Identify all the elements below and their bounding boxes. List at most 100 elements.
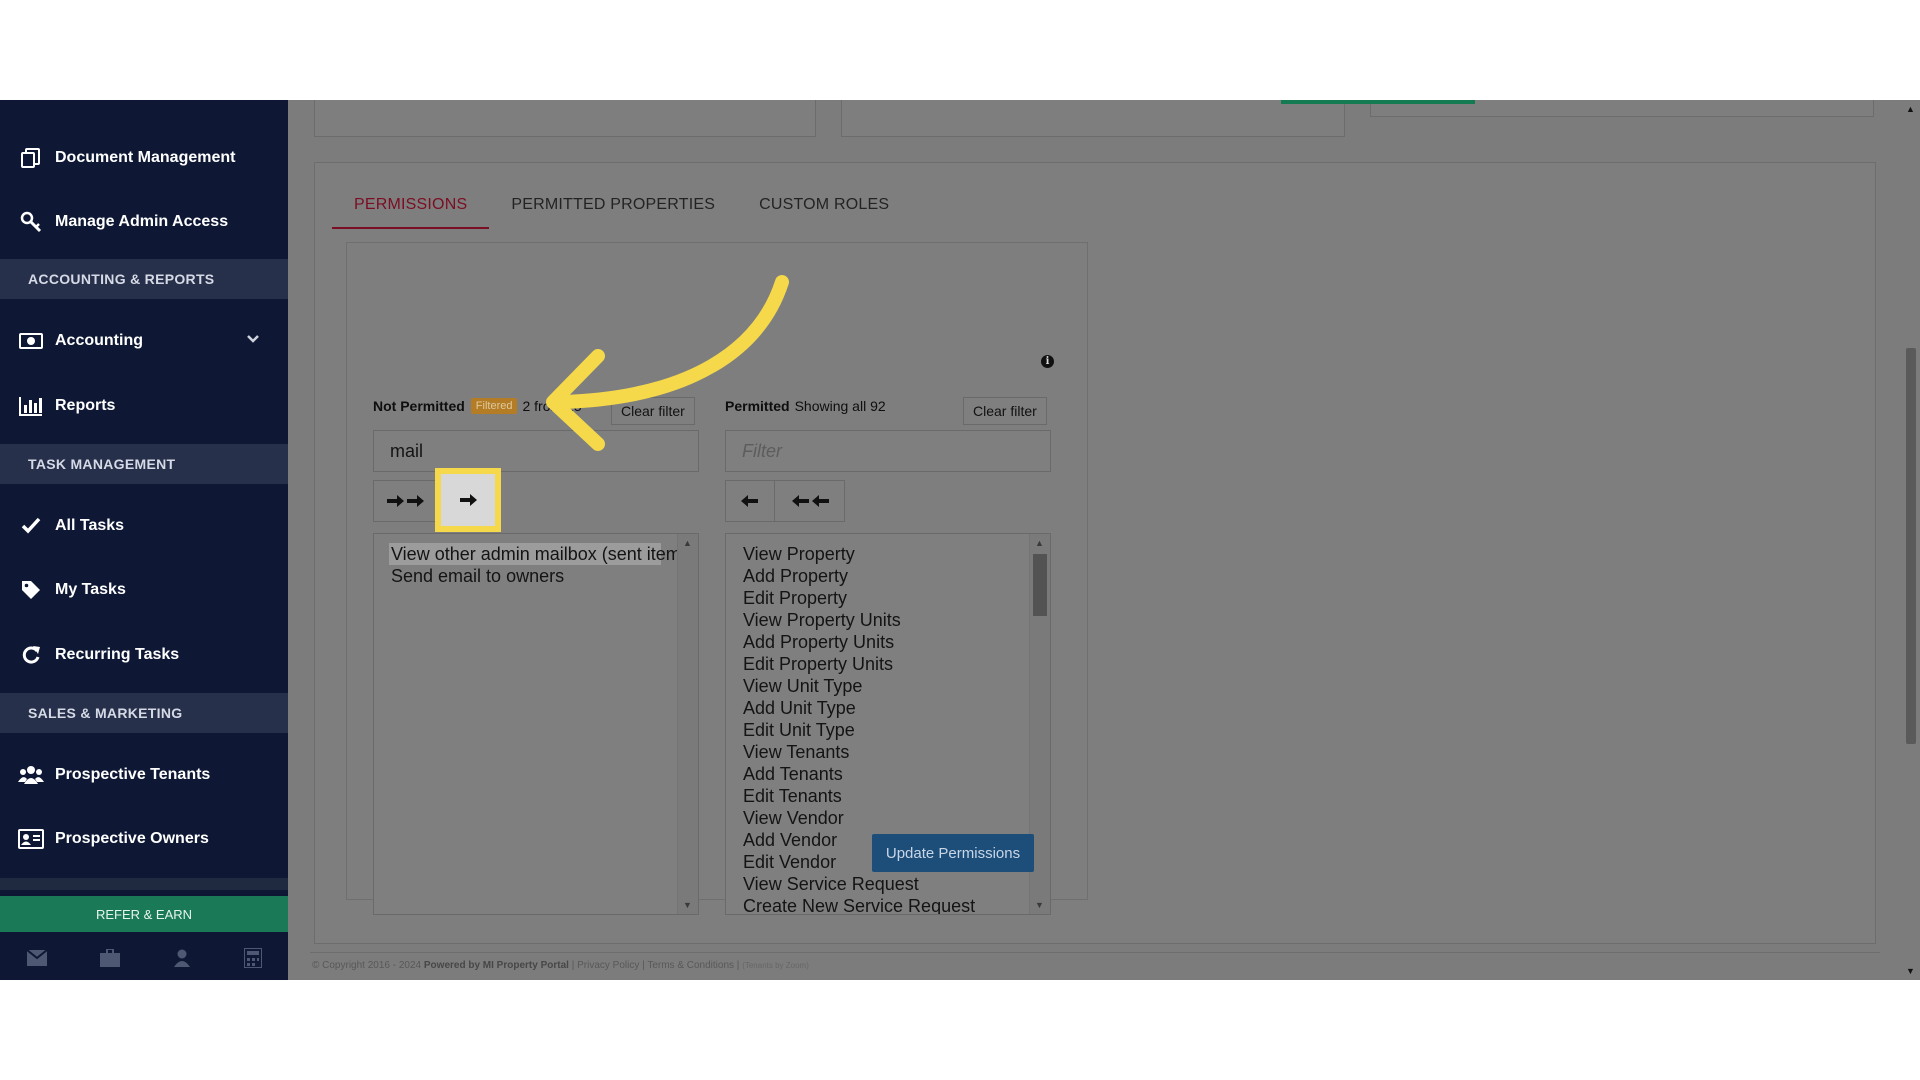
key-icon <box>18 211 44 233</box>
filtered-badge: Filtered <box>470 398 518 414</box>
money-icon <box>18 332 44 350</box>
sidebar-item-accounting[interactable]: Accounting <box>0 313 288 369</box>
sidebar-item-prospective-owners[interactable]: Prospective Owners <box>0 811 288 867</box>
chevron-down-icon[interactable] <box>246 331 260 349</box>
sidebar-item-label: Prospective Owners <box>55 830 209 847</box>
sidebar-item-label: Manage Admin Access <box>55 213 229 230</box>
sidebar-section-accounting: ACCOUNTING & REPORTS <box>0 259 288 299</box>
sidebar-item-label: Accounting <box>55 332 143 349</box>
sidebar-section-tasks: TASK MANAGEMENT <box>0 444 288 484</box>
briefcase-icon[interactable] <box>99 947 120 972</box>
list-item[interactable]: View Property <box>726 543 1050 565</box>
list-item[interactable]: Edit Property Units <box>726 653 1050 675</box>
page-scrollbar[interactable]: ▲ ▼ <box>1902 100 1920 980</box>
move-left-buttons <box>725 480 845 522</box>
arrow-left-icon <box>741 495 758 507</box>
permitted-filter-input[interactable]: Filter <box>725 430 1051 472</box>
tutorial-highlight-box <box>435 468 501 532</box>
move-selected-left-button[interactable] <box>725 480 775 522</box>
users-icon <box>18 765 44 785</box>
sidebar-item-label: All Tasks <box>55 517 125 534</box>
sidebar-item-recurring-tasks[interactable]: Recurring Tasks <box>0 627 288 683</box>
calculator-icon[interactable] <box>242 946 263 973</box>
scroll-down-icon[interactable]: ▼ <box>1035 900 1044 910</box>
main-content: PERMISSIONS PERMITTED PROPERTIES CUSTOM … <box>288 100 1920 980</box>
not-permitted-count: 2 from 25 <box>522 398 582 414</box>
sidebar-item-reports[interactable]: Reports <box>0 378 288 434</box>
footer-copyright: © Copyright 2016 - 2024 <box>312 960 422 971</box>
list-item[interactable]: View Service Request <box>726 873 1050 895</box>
refer-and-earn-button[interactable]: REFER & EARN <box>0 896 288 932</box>
list-item[interactable]: Add Unit Type <box>726 697 1050 719</box>
permitted-header: Permitted Showing all 92 <box>725 398 886 414</box>
list-item[interactable]: Send email to owners <box>374 565 698 587</box>
terms-link[interactable]: Terms & Conditions <box>647 960 734 971</box>
list-item[interactable]: Create New Service Request <box>726 895 1050 914</box>
sidebar-item-document-management[interactable]: Document Management <box>0 130 288 186</box>
user-icon[interactable] <box>173 949 191 972</box>
footer: © Copyright 2016 - 2024 Powered by MI Pr… <box>312 960 809 971</box>
double-arrow-right-icon <box>387 495 424 507</box>
info-icon[interactable]: i <box>1041 355 1054 368</box>
section-label: TASK MANAGEMENT <box>28 456 176 472</box>
page-scroll-thumb[interactable] <box>1906 348 1916 744</box>
scroll-up-icon[interactable]: ▲ <box>1906 104 1915 114</box>
move-all-right-button[interactable] <box>373 480 439 522</box>
sidebar-divider <box>0 878 288 890</box>
sidebar-item-prospective-tenants[interactable]: Prospective Tenants <box>0 747 288 803</box>
list-item[interactable]: Edit Tenants <box>726 785 1050 807</box>
document-copy-icon <box>18 147 44 169</box>
clear-filter-button-right[interactable]: Clear filter <box>963 397 1047 425</box>
not-permitted-filter-input[interactable]: mail <box>373 430 699 472</box>
sidebar: Document Management Manage Admin Access … <box>0 100 288 980</box>
scroll-thumb[interactable] <box>1033 554 1047 616</box>
sidebar-item-my-tasks[interactable]: My Tasks <box>0 562 288 618</box>
not-permitted-list[interactable]: View other admin mailbox (sent item Send… <box>373 533 699 915</box>
list-item[interactable]: Add Property <box>726 565 1050 587</box>
update-permissions-button[interactable]: Update Permissions <box>872 834 1034 872</box>
section-label: ACCOUNTING & REPORTS <box>28 271 215 287</box>
list-item[interactable]: View Property Units <box>726 609 1050 631</box>
tab-bar: PERMISSIONS PERMITTED PROPERTIES CUSTOM … <box>332 185 911 229</box>
tag-icon <box>18 580 44 600</box>
top-card <box>314 100 816 137</box>
list-item[interactable]: View Tenants <box>726 741 1050 763</box>
sidebar-item-all-tasks[interactable]: All Tasks <box>0 498 288 554</box>
privacy-policy-link[interactable]: Privacy Policy <box>577 960 639 971</box>
sidebar-section-sales: SALES & MARKETING <box>0 693 288 733</box>
footer-tenants-by: (Tenants by Zoom) <box>742 961 809 970</box>
sidebar-item-label: Prospective Tenants <box>55 766 211 783</box>
refresh-icon <box>18 645 44 665</box>
list-item[interactable]: Add Property Units <box>726 631 1050 653</box>
not-permitted-title: Not Permitted <box>373 398 465 414</box>
list-item[interactable]: Edit Unit Type <box>726 719 1050 741</box>
section-label: SALES & MARKETING <box>28 705 183 721</box>
envelope-icon[interactable] <box>25 948 48 971</box>
tab-permitted-properties[interactable]: PERMITTED PROPERTIES <box>489 185 737 229</box>
scroll-down-icon[interactable]: ▼ <box>1906 966 1915 976</box>
permitted-count: Showing all 92 <box>794 398 886 414</box>
list-item[interactable]: View Unit Type <box>726 675 1050 697</box>
clear-filter-button-left[interactable]: Clear filter <box>611 397 695 425</box>
sidebar-item-label: Document Management <box>55 149 236 166</box>
footer-powered-by[interactable]: Powered by MI Property Portal <box>424 960 569 971</box>
scroll-up-icon[interactable]: ▲ <box>683 538 692 548</box>
tab-custom-roles[interactable]: CUSTOM ROLES <box>737 185 911 229</box>
footer-divider <box>310 952 1880 953</box>
top-card-indicator <box>1281 100 1475 104</box>
list-item[interactable]: View other admin mailbox (sent item <box>389 543 681 565</box>
not-permitted-header: Not Permitted Filtered 2 from 25 <box>373 398 582 414</box>
sidebar-item-label: My Tasks <box>55 581 126 598</box>
list-scrollbar[interactable]: ▲ ▼ <box>677 534 698 914</box>
sidebar-item-manage-admin-access[interactable]: Manage Admin Access <box>0 194 288 250</box>
sidebar-item-label: Recurring Tasks <box>55 646 180 663</box>
list-item[interactable]: View Vendor <box>726 807 1050 829</box>
move-all-left-button[interactable] <box>775 480 845 522</box>
list-item[interactable]: Edit Property <box>726 587 1050 609</box>
scroll-up-icon[interactable]: ▲ <box>1035 538 1044 548</box>
id-card-icon <box>18 829 44 849</box>
list-item[interactable]: Add Tenants <box>726 763 1050 785</box>
scroll-down-icon[interactable]: ▼ <box>683 900 692 910</box>
tab-permissions[interactable]: PERMISSIONS <box>332 185 490 229</box>
sidebar-bottom-icons <box>0 940 288 980</box>
